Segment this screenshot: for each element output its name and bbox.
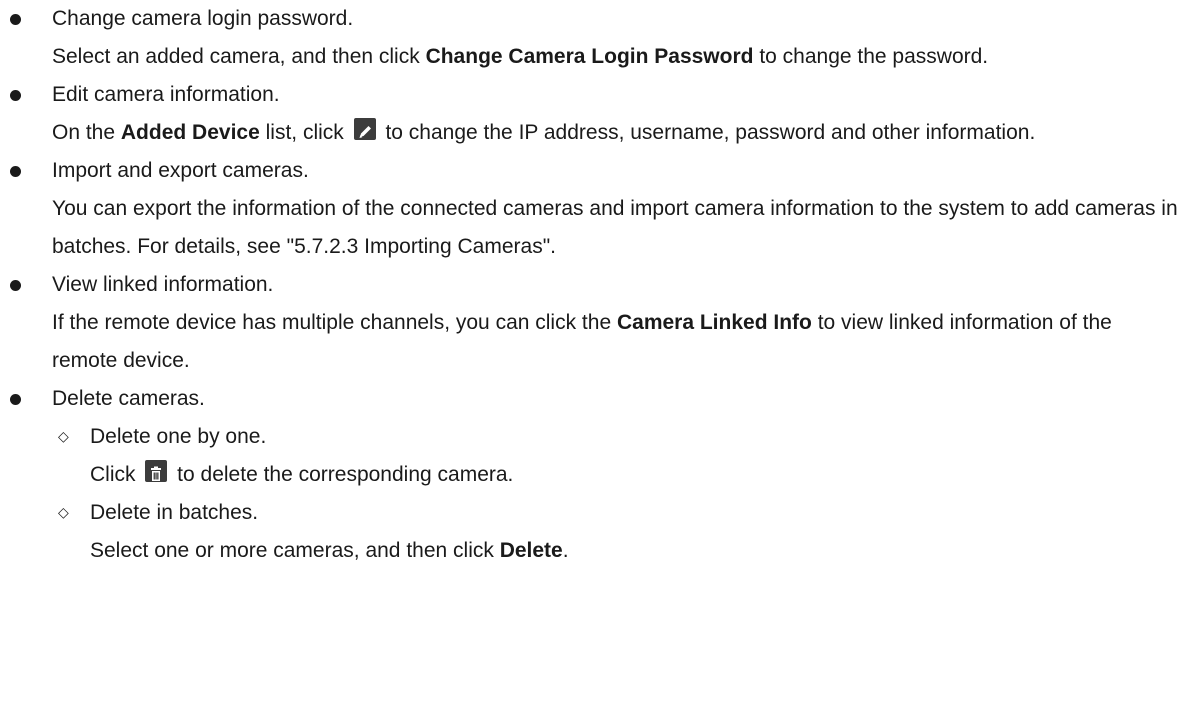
subitem-description: Click to delete the corresponding camera… bbox=[90, 456, 1180, 494]
desc-bold-term: Delete bbox=[499, 539, 563, 562]
subitem-delete-one: ◇ Delete one by one. Click to delete the… bbox=[52, 418, 1180, 494]
desc-bold-term: Camera Linked Info bbox=[616, 311, 812, 334]
list-item-edit-camera: Edit camera information. On the Added De… bbox=[0, 76, 1180, 152]
item-description: You can export the information of the co… bbox=[52, 197, 1178, 258]
item-description: Select an added camera, and then click C… bbox=[52, 38, 1180, 76]
bullet-dot bbox=[10, 166, 21, 177]
subitem-description: Select one or more cameras, and then cli… bbox=[90, 532, 1180, 570]
item-title: View linked information. bbox=[52, 273, 274, 296]
bullet-dot bbox=[10, 90, 21, 101]
item-title: Change camera login password. bbox=[52, 7, 354, 30]
bullet-dot bbox=[10, 394, 21, 405]
subitem-title: Delete one by one. bbox=[90, 425, 267, 448]
list-item-import-export: Import and export cameras. You can expor… bbox=[0, 152, 1180, 266]
desc-text: If the remote device has multiple channe… bbox=[52, 311, 617, 334]
desc-bold-term: Change Camera Login Password bbox=[425, 45, 754, 68]
delete-icon bbox=[145, 460, 168, 482]
item-description: On the Added Device list, click to chang… bbox=[52, 114, 1180, 152]
camera-operations-list: Change camera login password. Select an … bbox=[0, 0, 1180, 570]
desc-text: On the bbox=[52, 121, 121, 144]
diamond-bullet-icon: ◇ bbox=[58, 504, 69, 520]
item-title: Delete cameras. bbox=[52, 387, 205, 410]
desc-bold-term: Added Device bbox=[120, 121, 260, 144]
edit-icon bbox=[353, 118, 376, 140]
item-title: Edit camera information. bbox=[52, 83, 280, 106]
desc-text: list, click bbox=[259, 121, 350, 144]
desc-text: Click bbox=[90, 463, 142, 486]
delete-options-list: ◇ Delete one by one. Click to delete the… bbox=[52, 418, 1180, 570]
desc-text: . bbox=[562, 539, 569, 562]
desc-text: Select an added camera, and then click bbox=[52, 45, 426, 68]
list-item-delete-cameras: Delete cameras. ◇ Delete one by one. Cli… bbox=[0, 380, 1180, 570]
item-description: If the remote device has multiple channe… bbox=[52, 304, 1180, 380]
diamond-bullet-icon: ◇ bbox=[58, 428, 69, 444]
desc-text: to change the password. bbox=[753, 45, 989, 68]
desc-text: Select one or more cameras, and then cli… bbox=[90, 539, 500, 562]
subitem-title: Delete in batches. bbox=[90, 501, 259, 524]
document-page: Change camera login password. Select an … bbox=[0, 0, 1180, 570]
desc-text: to change the IP address, username, pass… bbox=[379, 121, 1036, 144]
bullet-dot bbox=[10, 280, 21, 291]
list-item-change-password: Change camera login password. Select an … bbox=[0, 0, 1180, 76]
item-title: Import and export cameras. bbox=[52, 159, 309, 182]
bullet-dot bbox=[10, 14, 21, 25]
list-item-linked-info: View linked information. If the remote d… bbox=[0, 266, 1180, 380]
desc-text: to delete the corresponding camera. bbox=[171, 463, 514, 486]
subitem-delete-batches: ◇ Delete in batches. Select one or more … bbox=[52, 494, 1180, 570]
